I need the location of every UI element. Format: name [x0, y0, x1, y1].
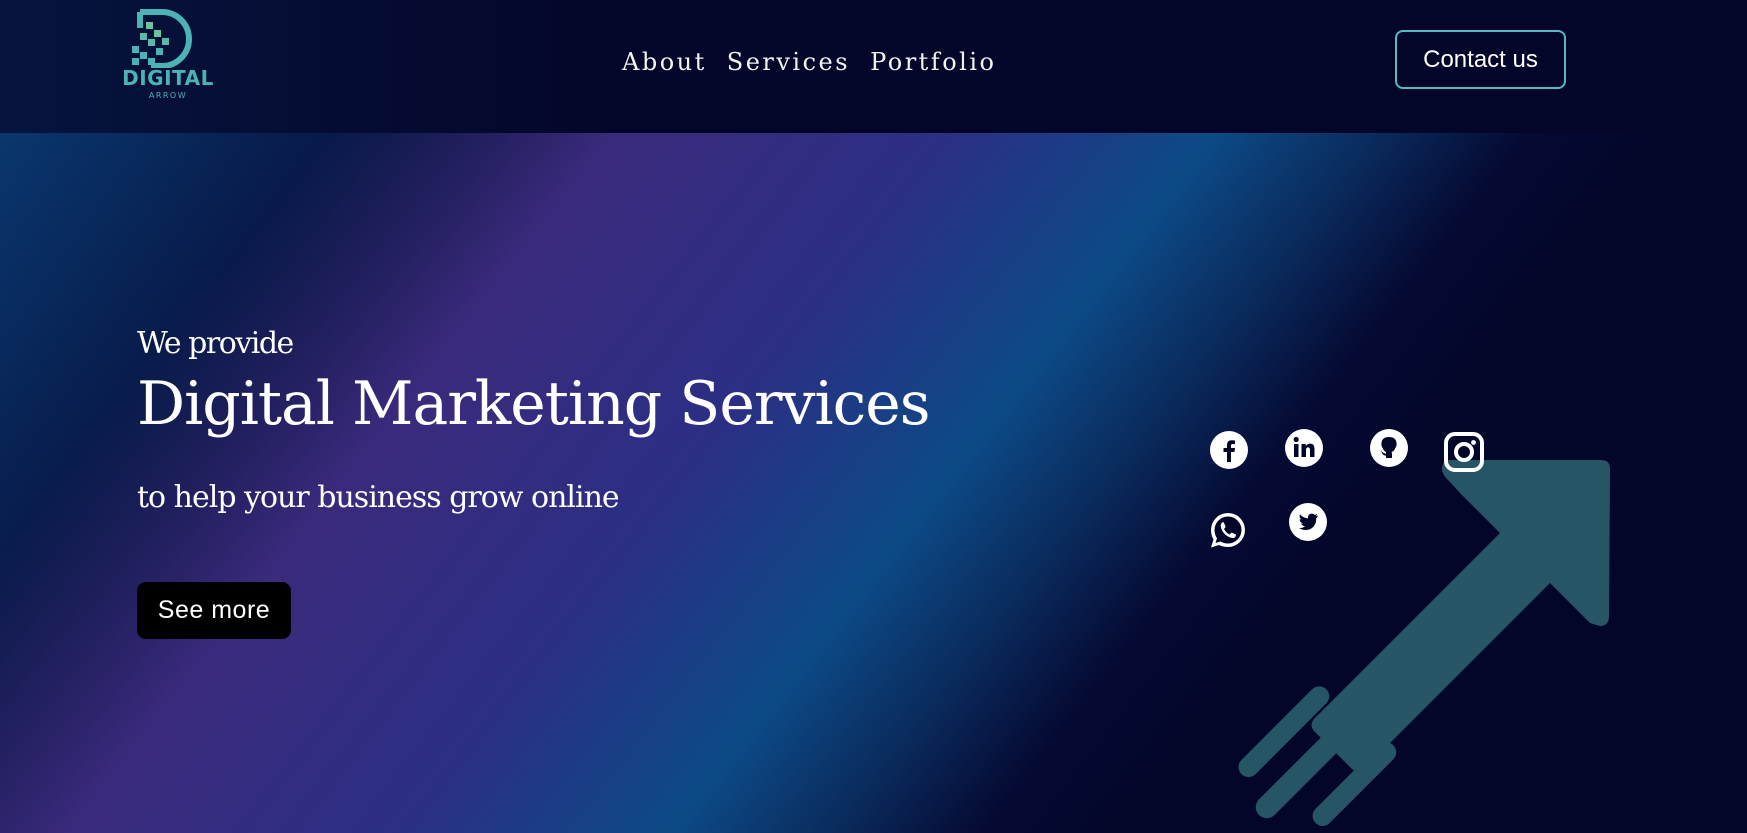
- twitter-icon[interactable]: [1288, 502, 1328, 542]
- page: DIGITAL ARROW About Services Portfolio C…: [0, 0, 1747, 833]
- linkedin-icon[interactable]: [1284, 428, 1324, 468]
- hero-pre-title: We provide: [137, 326, 294, 361]
- digital-arrow-logo-mark: [132, 9, 192, 68]
- nav-link-services[interactable]: Services: [727, 48, 850, 76]
- growth-arrow-illustration: [1238, 460, 1610, 826]
- logo-subtitle: ARROW: [148, 91, 188, 100]
- linkedin-glyph: [1285, 429, 1323, 467]
- github-glyph: [1370, 429, 1408, 467]
- hero-title: Digital Marketing Services: [137, 369, 930, 439]
- main-nav: About Services Portfolio: [622, 44, 996, 80]
- whatsapp-glyph: [1211, 513, 1245, 548]
- facebook-icon[interactable]: [1209, 430, 1249, 470]
- facebook-glyph: [1210, 431, 1248, 469]
- twitter-glyph: [1289, 503, 1327, 541]
- contact-us-button[interactable]: Contact us: [1395, 30, 1566, 89]
- instagram-glyph: [1444, 432, 1484, 472]
- github-icon[interactable]: [1369, 428, 1409, 468]
- instagram-icon[interactable]: [1444, 432, 1484, 472]
- nav-link-portfolio[interactable]: Portfolio: [870, 48, 996, 76]
- whatsapp-icon[interactable]: [1208, 510, 1248, 550]
- logo[interactable]: DIGITAL ARROW: [118, 8, 218, 103]
- nav-link-about[interactable]: About: [622, 48, 707, 76]
- see-more-button[interactable]: See more: [137, 582, 291, 639]
- hero-subtitle: to help your business grow online: [137, 480, 620, 515]
- logo-wordmark: DIGITAL: [122, 66, 214, 90]
